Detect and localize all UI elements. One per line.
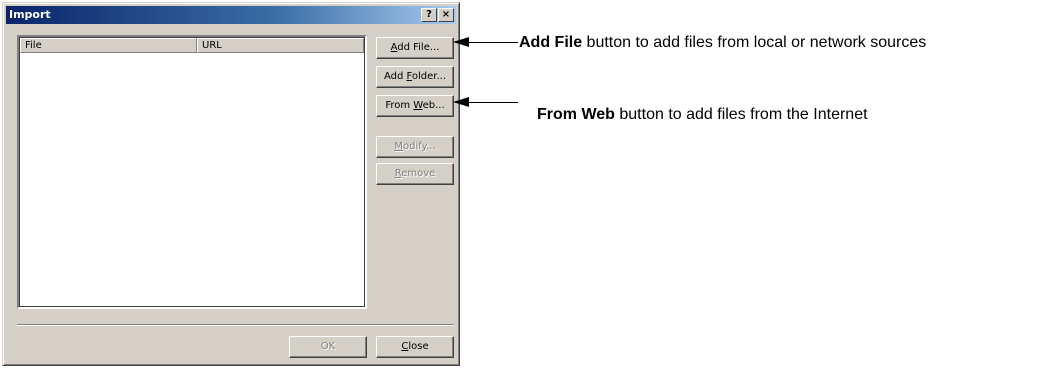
add-file-button[interactable]: Add File... (376, 37, 454, 59)
footer-separator (17, 324, 454, 326)
modify-label-suffix: odify... (403, 141, 436, 152)
add-file-callout: Add File button to add files from local … (519, 34, 926, 52)
add-file-arrow-line (468, 42, 518, 43)
from-web-arrowhead (453, 97, 469, 107)
add-file-callout-bold: Add File (519, 34, 583, 51)
title-bar[interactable]: Import ? × (6, 6, 456, 24)
column-header-url[interactable]: URL (197, 38, 364, 53)
add-folder-label-prefix: Add (383, 71, 407, 82)
remove-label-suffix: emove (401, 168, 436, 179)
from-web-accelerator: W (413, 100, 423, 111)
modify-button[interactable]: Modify... (376, 136, 454, 158)
file-list[interactable]: File URL (17, 35, 367, 309)
from-web-callout: From Web button to add files from the In… (537, 106, 868, 124)
from-web-label-suffix: eb... (422, 100, 445, 111)
from-web-callout-text: button to add files from the Internet (614, 106, 868, 123)
modify-accelerator: M (394, 141, 403, 152)
from-web-arrow-line (468, 102, 518, 103)
add-file-callout-text: button to add files from local or networ… (582, 34, 927, 51)
add-file-arrowhead (453, 37, 469, 47)
close-window-button[interactable]: × (438, 8, 454, 22)
ok-button[interactable]: OK (289, 336, 367, 358)
close-button[interactable]: Close (376, 336, 454, 358)
window-title: Import (9, 8, 51, 21)
close-label-suffix: lose (408, 341, 429, 352)
help-button[interactable]: ? (421, 8, 437, 22)
column-header-file[interactable]: File (20, 38, 197, 53)
from-web-button[interactable]: From Web... (376, 95, 454, 117)
add-folder-button[interactable]: Add Folder... (376, 66, 454, 88)
add-file-label-suffix: dd File... (397, 42, 440, 53)
from-web-callout-bold: From Web (537, 106, 615, 123)
from-web-label-prefix: From (385, 100, 414, 111)
remove-button[interactable]: Remove (376, 163, 454, 185)
list-header: File URL (20, 38, 364, 53)
add-folder-label-suffix: older... (411, 71, 447, 82)
